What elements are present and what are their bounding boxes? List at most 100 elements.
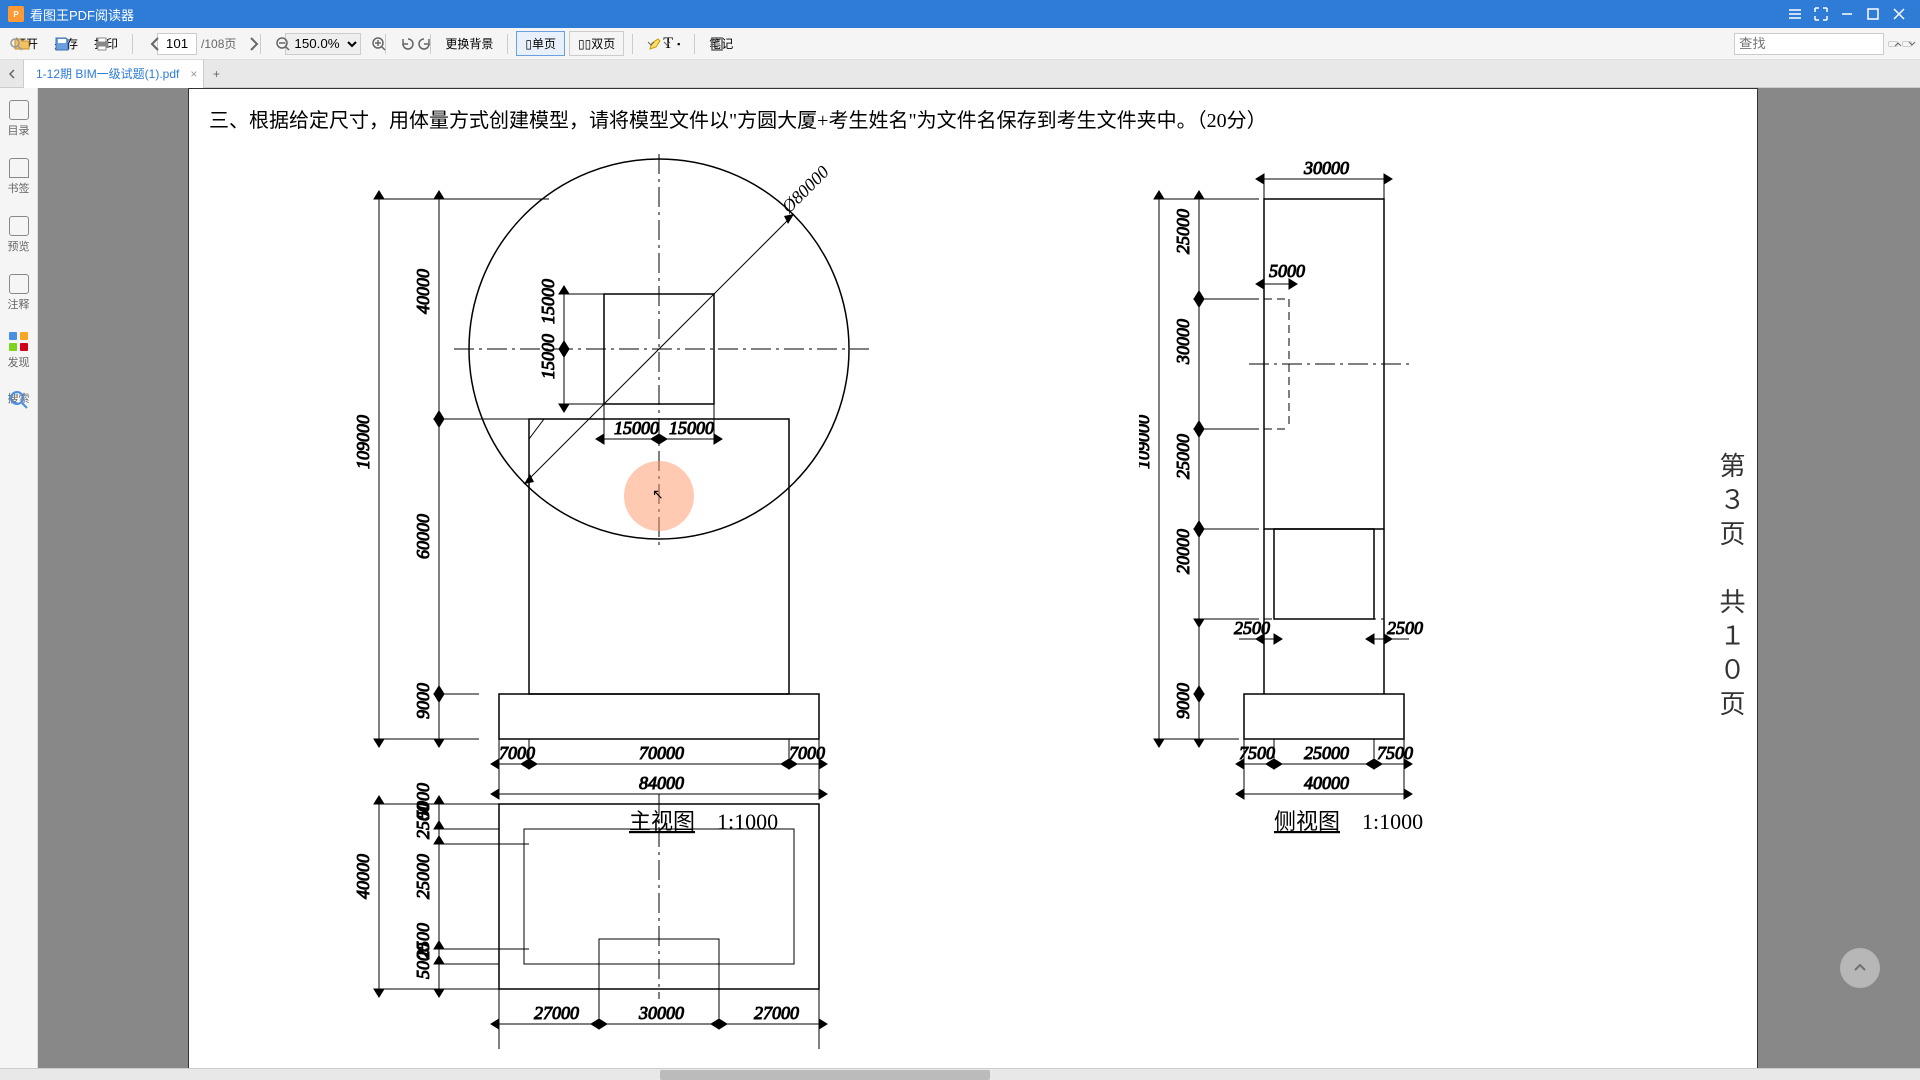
zoom-out-button[interactable] — [269, 40, 281, 48]
svg-text:30000: 30000 — [1303, 158, 1349, 178]
svg-text:15000: 15000 — [669, 418, 714, 438]
rotate-left-button[interactable] — [394, 40, 406, 48]
svg-text:25000: 25000 — [1173, 209, 1193, 254]
front-view-drawing: 109000 40000 60000 9000 — [349, 139, 1069, 849]
discover-label: 发现 — [8, 354, 30, 370]
separator — [632, 34, 633, 54]
single-page-button[interactable]: ▯单页 — [516, 31, 565, 56]
print-button[interactable]: 打印 — [88, 31, 124, 56]
highlight-tool[interactable] — [641, 40, 653, 48]
svg-text:25000: 25000 — [413, 854, 433, 899]
bookmark-label: 书签 — [8, 180, 30, 196]
sidebar-item-bookmark[interactable]: 书签 — [0, 154, 37, 200]
separator — [507, 34, 508, 54]
tab-label: 1-12期 BIM一级试题(1).pdf — [36, 65, 179, 82]
close-button[interactable] — [1886, 1, 1912, 27]
change-bg-button[interactable]: 更换背景 — [439, 31, 499, 56]
separator — [694, 34, 695, 54]
maximize-button[interactable] — [1860, 1, 1886, 27]
fullscreen-button[interactable] — [1808, 1, 1834, 27]
separator — [132, 34, 133, 54]
svg-text:40000: 40000 — [1304, 773, 1349, 793]
sidebar-item-search[interactable]: 搜索 — [0, 386, 37, 410]
top-view-drawing: 40000 5000 2500 25000 2500 5000 — [349, 779, 1069, 1068]
toc-icon — [9, 100, 29, 120]
chevron-up-icon — [1850, 958, 1870, 978]
notes-button[interactable]: 笔记 — [703, 31, 739, 56]
minimize-button[interactable] — [1834, 1, 1860, 27]
svg-text:25000: 25000 — [1304, 743, 1349, 763]
tab-close-icon[interactable]: × — [190, 67, 197, 81]
preview-label: 预览 — [8, 238, 30, 254]
sidebar-item-annotation[interactable]: 注释 — [0, 270, 37, 316]
prev-page-button[interactable] — [141, 40, 153, 48]
svg-text:109000: 109000 — [353, 415, 373, 469]
svg-text:70000: 70000 — [639, 743, 684, 763]
titlebar: P 看图王PDF阅读器 — [0, 0, 1920, 28]
discover-icon — [9, 332, 29, 352]
svg-text:7500: 7500 — [1377, 743, 1413, 763]
horizontal-scrollbar[interactable] — [660, 1070, 990, 1080]
preview-icon — [9, 216, 29, 236]
svg-text:15000: 15000 — [538, 279, 558, 324]
menu-button[interactable] — [1782, 1, 1808, 27]
sidebar-item-preview[interactable]: 预览 — [0, 212, 37, 258]
sidebar: 目录 书签 预览 注释 发现 搜索 — [0, 88, 38, 1068]
annotation-icon — [9, 274, 29, 294]
svg-text:40000: 40000 — [413, 269, 433, 314]
statusbar — [0, 1068, 1920, 1080]
question-text: 三、根据给定尺寸，用体量方式创建模型，请将模型文件以"方圆大厦+考生姓名"为文件… — [209, 104, 1267, 133]
double-page-label: 双页 — [591, 37, 615, 51]
svg-text:5000: 5000 — [1269, 261, 1305, 281]
svg-text:109000: 109000 — [1139, 415, 1153, 469]
tabbar: 1-12期 BIM一级试题(1).pdf × + — [0, 60, 1920, 88]
svg-text:20000: 20000 — [1173, 529, 1193, 574]
annotation-label: 注释 — [8, 296, 30, 312]
svg-text:9000: 9000 — [1173, 683, 1193, 719]
search-prev-button[interactable] — [1888, 41, 1898, 47]
app-title: 看图王PDF阅读器 — [30, 5, 1782, 24]
double-page-button[interactable]: ▯▯双页 — [569, 31, 624, 56]
svg-text:2500: 2500 — [1234, 618, 1270, 638]
svg-text:15000: 15000 — [538, 334, 558, 379]
svg-text:侧视图 1:1000: 侧视图 1:1000 — [1274, 809, 1423, 834]
toolbar: 打开 另存 打印 /108页 150.0% 更换背景 ▯单页 ▯▯双页 T▪ 笔… — [0, 28, 1920, 60]
svg-text:30000: 30000 — [638, 1003, 684, 1023]
sidebar-item-toc[interactable]: 目录 — [0, 96, 37, 142]
svg-text:25000: 25000 — [1173, 434, 1193, 479]
svg-text:9000: 9000 — [413, 683, 433, 719]
zoom-select[interactable]: 150.0% — [285, 33, 361, 55]
document-viewer[interactable]: 三、根据给定尺寸，用体量方式创建模型，请将模型文件以"方圆大厦+考生姓名"为文件… — [38, 88, 1920, 1068]
single-page-label: 单页 — [532, 37, 556, 51]
page-total: /108页 — [201, 35, 236, 52]
toc-label: 目录 — [8, 122, 30, 138]
search-input[interactable] — [1734, 33, 1884, 55]
svg-text:60000: 60000 — [413, 514, 433, 559]
svg-text:27000: 27000 — [534, 1003, 579, 1023]
app-icon: P — [8, 6, 24, 22]
zoom-in-button[interactable] — [365, 40, 377, 48]
document-page: 三、根据给定尺寸，用体量方式创建模型，请将模型文件以"方圆大厦+考生姓名"为文件… — [188, 88, 1758, 1068]
search-icon — [8, 36, 24, 52]
search-next-button[interactable] — [1902, 41, 1912, 47]
svg-text:40000: 40000 — [353, 854, 373, 899]
add-tab-button[interactable]: + — [204, 60, 228, 88]
bookmark-icon — [9, 158, 29, 178]
document-tab[interactable]: 1-12期 BIM一级试题(1).pdf × — [24, 60, 204, 88]
tab-back-button[interactable] — [0, 60, 24, 88]
side-view-drawing: 109000 25000 30000 25000 20000 9000 — [1139, 139, 1559, 849]
next-page-button[interactable] — [240, 40, 252, 48]
svg-text:30000: 30000 — [1173, 319, 1193, 365]
svg-text:27000: 27000 — [754, 1003, 799, 1023]
sidebar-item-discover[interactable]: 发现 — [0, 328, 37, 374]
back-to-top-button[interactable] — [1840, 948, 1880, 988]
svg-text:2500: 2500 — [1387, 618, 1423, 638]
svg-text:Ø80000: Ø80000 — [777, 162, 833, 218]
svg-text:2500: 2500 — [413, 803, 433, 839]
search-icon — [9, 390, 29, 410]
save-button[interactable]: 另存 — [48, 31, 84, 56]
page-number-label: 第３页 共１０页 — [1712, 452, 1749, 724]
page-input[interactable] — [157, 33, 197, 55]
svg-text:5000: 5000 — [413, 943, 433, 979]
svg-text:15000: 15000 — [614, 418, 659, 438]
